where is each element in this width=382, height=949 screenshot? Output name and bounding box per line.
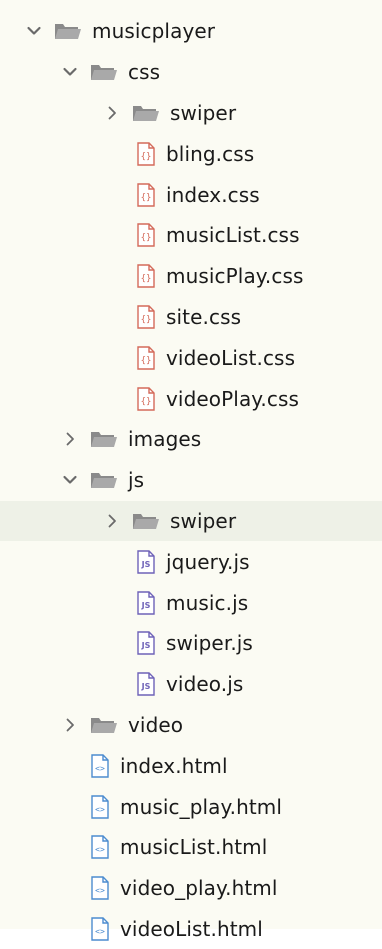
tree-item-label: jquery.js [166, 549, 250, 574]
chevron-right-icon[interactable] [104, 513, 120, 529]
tree-item-label: musicPlay.css [166, 264, 304, 289]
tree-file-site-css[interactable]: {} site.css [0, 297, 382, 338]
folder-icon [90, 470, 118, 490]
tree-file-index-html[interactable]: <> index.html [0, 745, 382, 786]
tree-item-label: video [128, 712, 184, 737]
js-file-icon: JS [136, 590, 156, 615]
folder-icon [54, 21, 82, 41]
js-file-icon: JS [136, 550, 156, 574]
tree-item-label: images [128, 427, 202, 452]
tree-item-label: musicList.css [166, 223, 300, 248]
chevron-down-icon[interactable] [62, 472, 78, 488]
svg-text:<>: <> [95, 927, 105, 936]
svg-text:<>: <> [95, 805, 105, 814]
svg-text:<>: <> [95, 764, 105, 773]
tree-file-video-play-html[interactable]: <> video_play.html [0, 868, 382, 909]
css-file-icon: {} [136, 346, 156, 370]
tree-item-label: site.css [166, 304, 242, 329]
js-file-icon: JS [136, 672, 156, 696]
tree-file-videolist-css[interactable]: {} videoList.css [0, 337, 382, 378]
tree-folder-js[interactable]: js [0, 460, 382, 501]
css-file-icon: {} [136, 386, 156, 411]
tree-item-label: video_play.html [120, 876, 278, 901]
tree-item-label: musicList.html [120, 835, 268, 860]
tree-item-label: index.html [120, 753, 228, 778]
folder-icon [90, 62, 118, 82]
tree-item-label: css [128, 60, 161, 85]
chevron-right-icon[interactable] [62, 717, 78, 733]
js-file-icon: JS [136, 631, 156, 656]
svg-text:<>: <> [95, 886, 105, 895]
svg-text:{}: {} [141, 193, 152, 203]
svg-text:{}: {} [141, 315, 152, 325]
css-file-icon: {} [136, 264, 156, 288]
folder-icon [132, 511, 160, 531]
html-file-icon: <> [90, 754, 110, 778]
svg-text:JS: JS [141, 682, 151, 691]
tree-file-musiclist-html[interactable]: <> musicList.html [0, 827, 382, 868]
tree-item-label: music.js [166, 590, 249, 615]
css-file-icon: {} [136, 305, 156, 329]
tree-item-label: swiper [170, 100, 237, 125]
svg-text:{}: {} [141, 356, 152, 366]
tree-item-label: js [128, 468, 145, 493]
tree-item-label: videoPlay.css [166, 386, 299, 411]
html-file-icon: <> [90, 835, 110, 860]
tree-item-label: musicplayer [92, 19, 216, 44]
folder-icon [90, 429, 118, 449]
chevron-down-icon[interactable] [62, 64, 78, 80]
tree-item-label: music_play.html [120, 794, 283, 819]
tree-file-video-js[interactable]: JS video.js [0, 664, 382, 705]
tree-item-label: swiper.js [166, 631, 253, 656]
file-tree: musicplayer css swiper {} bling.css {} index.c… [0, 0, 382, 941]
tree-item-label: bling.css [166, 141, 255, 166]
tree-file-index-css[interactable]: {} index.css [0, 174, 382, 215]
tree-item-label: videoList.css [166, 345, 296, 370]
svg-text:{}: {} [141, 233, 152, 243]
tree-folder-musicplayer[interactable]: musicplayer [0, 11, 382, 52]
tree-file-swiper-js[interactable]: JS swiper.js [0, 623, 382, 664]
tree-item-label: index.css [166, 182, 260, 207]
svg-text:JS: JS [141, 641, 151, 650]
css-file-icon: {} [136, 182, 156, 207]
svg-text:<>: <> [95, 845, 105, 854]
chevron-down-icon[interactable] [26, 23, 42, 39]
folder-icon [90, 715, 118, 735]
chevron-right-icon[interactable] [104, 105, 120, 121]
css-file-icon: {} [136, 223, 156, 248]
tree-file-bling-css[interactable]: {} bling.css [0, 133, 382, 174]
tree-file-musiclist-css[interactable]: {} musicList.css [0, 215, 382, 256]
tree-folder-swiper[interactable]: swiper [0, 500, 382, 542]
tree-file-videoplay-css[interactable]: {} videoPlay.css [0, 378, 382, 419]
svg-text:{}: {} [141, 152, 152, 162]
tree-item-label: swiper [170, 508, 237, 533]
tree-file-music-js[interactable]: JS music.js [0, 582, 382, 623]
chevron-right-icon[interactable] [62, 431, 78, 447]
tree-folder-css[interactable]: css [0, 52, 382, 93]
html-file-icon: <> [90, 794, 110, 819]
tree-file-jquery-js[interactable]: JS jquery.js [0, 541, 382, 582]
tree-folder-images[interactable]: images [0, 419, 382, 460]
folder-icon [132, 103, 160, 123]
html-file-icon: <> [90, 876, 110, 900]
tree-item-label: video.js [166, 672, 244, 697]
svg-text:JS: JS [141, 560, 151, 569]
svg-text:JS: JS [141, 601, 151, 610]
tree-file-musicplay-css[interactable]: {} musicPlay.css [0, 256, 382, 297]
svg-text:{}: {} [141, 274, 152, 284]
tree-folder-swiper[interactable]: swiper [0, 93, 382, 134]
svg-text:{}: {} [141, 397, 152, 407]
css-file-icon: {} [136, 142, 156, 166]
tree-file-music-play-html[interactable]: <> music_play.html [0, 786, 382, 827]
tree-folder-video[interactable]: video [0, 705, 382, 746]
